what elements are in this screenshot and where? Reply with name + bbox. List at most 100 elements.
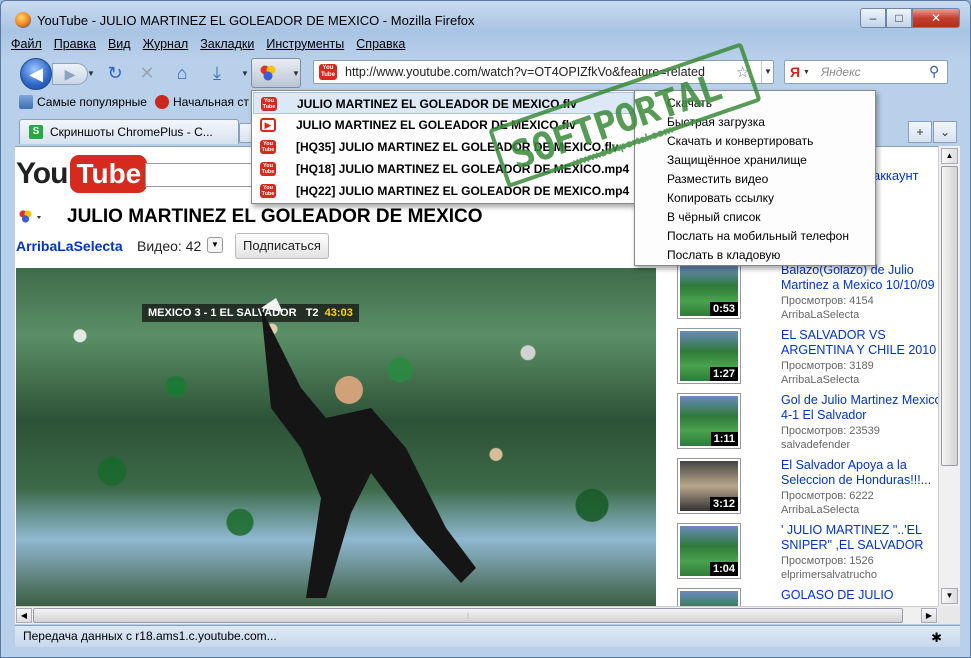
related-title[interactable]: GOLASO DE JULIO bbox=[781, 588, 938, 603]
youtube-logo[interactable]: You Tube bbox=[16, 154, 148, 194]
back-button[interactable]: ◀ bbox=[20, 58, 52, 90]
download-icon[interactable]: ⤓ bbox=[205, 61, 229, 85]
video-thumbnail[interactable]: 1:04 bbox=[677, 523, 741, 579]
vertical-scrollbar[interactable]: ▲ ▼ bbox=[938, 146, 960, 606]
scroll-up-icon[interactable]: ▲ bbox=[941, 148, 958, 164]
video-downloader-button[interactable]: ▼ bbox=[251, 58, 301, 88]
related-title[interactable]: Gol de Julio Martinez Mexico 4-1 El Salv… bbox=[781, 393, 938, 423]
related-video[interactable]: 1:11 Gol de Julio Martinez Mexico 4-1 El… bbox=[675, 393, 938, 455]
youtube-icon: You Tube bbox=[261, 97, 277, 111]
tab-chromeplus[interactable]: S Скриншоты ChromePlus - C... bbox=[19, 119, 239, 144]
menu-file[interactable]: Файл bbox=[11, 37, 42, 55]
bookmark-label: Начальная ст bbox=[173, 95, 249, 109]
yandex-icon[interactable]: Я bbox=[790, 64, 800, 80]
addon-bug-icon[interactable]: ✱ bbox=[931, 628, 942, 648]
scroll-down-icon[interactable]: ▼ bbox=[941, 588, 958, 604]
home-icon[interactable]: ⌂ bbox=[170, 61, 194, 85]
youtube-favicon-icon: You Tube bbox=[319, 64, 337, 80]
related-title[interactable]: Balazo(Golazo) de Julio Martinez a Mexic… bbox=[781, 263, 938, 293]
browser-window: YouTube - JULIO MARTINEZ EL GOLEADOR DE … bbox=[0, 0, 971, 658]
video-thumbnail[interactable]: 3:12 bbox=[677, 458, 741, 514]
horizontal-scrollbar[interactable]: ◀ ⦙ ▶ bbox=[15, 606, 938, 624]
downloader-logo-icon[interactable] bbox=[17, 209, 43, 225]
author: ArribaLaSelecta bbox=[781, 504, 860, 516]
related-video[interactable]: 1:04 ' JULIO MARTINEZ "..'EL SNIPER" ,EL… bbox=[675, 523, 938, 585]
bookmark-start-page[interactable]: Начальная ст bbox=[155, 95, 249, 109]
bookmark-most-visited[interactable]: Самые популярные bbox=[19, 95, 147, 109]
menu-item-send-mobile[interactable]: Послать на мобильный телефон bbox=[667, 229, 849, 243]
search-box[interactable]: Я ▼ Яндекс ⚲ bbox=[784, 60, 948, 84]
related-video[interactable]: GOLASO DE JULIO bbox=[675, 588, 938, 606]
youtube-search-input[interactable] bbox=[145, 163, 257, 187]
menu-tools[interactable]: Инструменты bbox=[266, 37, 344, 55]
menu-item-post-video[interactable]: Разместить видео bbox=[667, 172, 768, 186]
menu-edit[interactable]: Правка bbox=[54, 37, 96, 55]
menu-item-quick-download[interactable]: Быстрая загрузка bbox=[667, 115, 765, 129]
address-bar[interactable]: You Tube http://www.youtube.com/watch?v=O… bbox=[313, 60, 774, 84]
view-count: Просмотров: 4154 bbox=[781, 295, 874, 307]
menu-item-download[interactable]: Скачать bbox=[667, 96, 712, 110]
subscribe-button[interactable]: Подписаться bbox=[235, 233, 329, 259]
channel-link[interactable]: ArribaLaSelecta bbox=[16, 238, 123, 254]
scroll-left-icon[interactable]: ◀ bbox=[16, 608, 32, 623]
download-popup: You Tube JULIO MARTINEZ EL GOLEADOR DE ME… bbox=[251, 90, 636, 204]
close-button[interactable]: ✕ bbox=[912, 8, 960, 28]
scroll-thumb[interactable]: ⦙ bbox=[33, 608, 903, 623]
maximize-button[interactable]: □ bbox=[886, 8, 912, 28]
navigation-toolbar: ◀ ▶ ▼ ↻ ✕ ⌂ ⤓ ▼ ▼ You Tube http://www.you… bbox=[15, 55, 960, 91]
menu-item-download-convert[interactable]: Скачать и конвертировать bbox=[667, 134, 813, 148]
video-thumbnail[interactable]: 1:11 bbox=[677, 393, 741, 449]
video-thumbnail[interactable] bbox=[677, 588, 741, 606]
bookmark-label: Самые популярные bbox=[37, 95, 147, 109]
related-video[interactable]: 1:27 EL SALVADOR VS ARGENTINA Y CHILE 20… bbox=[675, 328, 938, 390]
new-tab-icon[interactable]: + bbox=[908, 121, 932, 143]
softportal-favicon-icon: S bbox=[29, 125, 43, 139]
related-title[interactable]: El Salvador Apoya a la Seleccion de Hond… bbox=[781, 458, 938, 488]
chevron-down-icon[interactable]: ▼ bbox=[207, 237, 223, 253]
menu-help[interactable]: Справка bbox=[356, 37, 405, 55]
menu-item-secure-storage[interactable]: Защищённое хранилище bbox=[667, 153, 807, 167]
chevron-down-icon: ▼ bbox=[292, 69, 300, 78]
menu-bar: Файл Правка Вид Журнал Закладки Инструме… bbox=[11, 37, 405, 55]
related-title[interactable]: ' JULIO MARTINEZ "..'EL SNIPER" ,EL SALV… bbox=[781, 523, 938, 553]
stop-icon[interactable]: ✕ bbox=[135, 61, 159, 85]
downloader-logo-icon bbox=[260, 65, 276, 81]
download-item[interactable]: ▶ JULIO MARTINEZ EL GOLEADOR DE MEXICO.f… bbox=[253, 114, 634, 136]
menu-item-blacklist[interactable]: В чёрный список bbox=[667, 210, 761, 224]
scroll-thumb[interactable] bbox=[941, 166, 958, 466]
scroll-right-icon[interactable]: ▶ bbox=[921, 608, 937, 623]
download-item[interactable]: You Tube [HQ22] JULIO MARTINEZ EL GOLEADO… bbox=[253, 180, 634, 202]
download-item[interactable]: You Tube JULIO MARTINEZ EL GOLEADOR DE ME… bbox=[253, 92, 634, 114]
related-video[interactable]: 3:12 El Salvador Apoya a la Seleccion de… bbox=[675, 458, 938, 520]
download-dropdown-icon[interactable]: ▼ bbox=[241, 69, 249, 78]
video-thumbnail[interactable]: 0:53 bbox=[677, 263, 741, 319]
forward-button[interactable]: ▶ bbox=[52, 63, 88, 85]
download-item[interactable]: You Tube [HQ18] JULIO MARTINEZ EL GOLEADO… bbox=[253, 158, 634, 180]
window-title: YouTube - JULIO MARTINEZ EL GOLEADOR DE … bbox=[37, 13, 475, 28]
minimize-button[interactable]: – bbox=[860, 8, 886, 28]
context-menu: Скачать Быстрая загрузка Скачать и конве… bbox=[634, 90, 876, 266]
video-player[interactable]: MEXICO 3 - 1 EL SALVADOR T2 43:03 bbox=[16, 268, 656, 606]
menu-item-send-storage[interactable]: Послать в кладовую bbox=[667, 248, 780, 262]
view-count: Просмотров: 23539 bbox=[781, 425, 880, 437]
author: salvadefender bbox=[781, 439, 851, 451]
menu-view[interactable]: Вид bbox=[108, 37, 131, 55]
engine-dropdown-icon[interactable]: ▼ bbox=[803, 69, 810, 76]
tab-list-icon[interactable]: ⌄ bbox=[933, 121, 957, 143]
search-icon[interactable]: ⚲ bbox=[929, 63, 939, 80]
title-bar: YouTube - JULIO MARTINEZ EL GOLEADOR DE … bbox=[1, 1, 970, 37]
firefox-icon bbox=[155, 95, 169, 109]
bookmark-star-icon[interactable]: ☆ bbox=[736, 63, 749, 81]
reload-icon[interactable]: ↻ bbox=[103, 61, 127, 85]
url-dropdown-icon[interactable]: ▼ bbox=[761, 61, 774, 83]
menu-bookmarks[interactable]: Закладки bbox=[200, 37, 254, 55]
download-item[interactable]: You Tube [HQ35] JULIO MARTINEZ EL GOLEADO… bbox=[253, 136, 634, 158]
menu-item-copy-link[interactable]: Копировать ссылку bbox=[667, 191, 774, 205]
menu-history[interactable]: Журнал bbox=[143, 37, 189, 55]
related-title[interactable]: EL SALVADOR VS ARGENTINA Y CHILE 2010 bbox=[781, 328, 938, 358]
video-count: Видео: 42 bbox=[137, 238, 202, 254]
related-video[interactable]: 0:53 Balazo(Golazo) de Julio Martinez a … bbox=[675, 263, 938, 325]
history-dropdown-icon[interactable]: ▼ bbox=[87, 69, 95, 78]
account-link[interactable]: аккаунт bbox=[873, 168, 919, 183]
video-thumbnail[interactable]: 1:27 bbox=[677, 328, 741, 384]
